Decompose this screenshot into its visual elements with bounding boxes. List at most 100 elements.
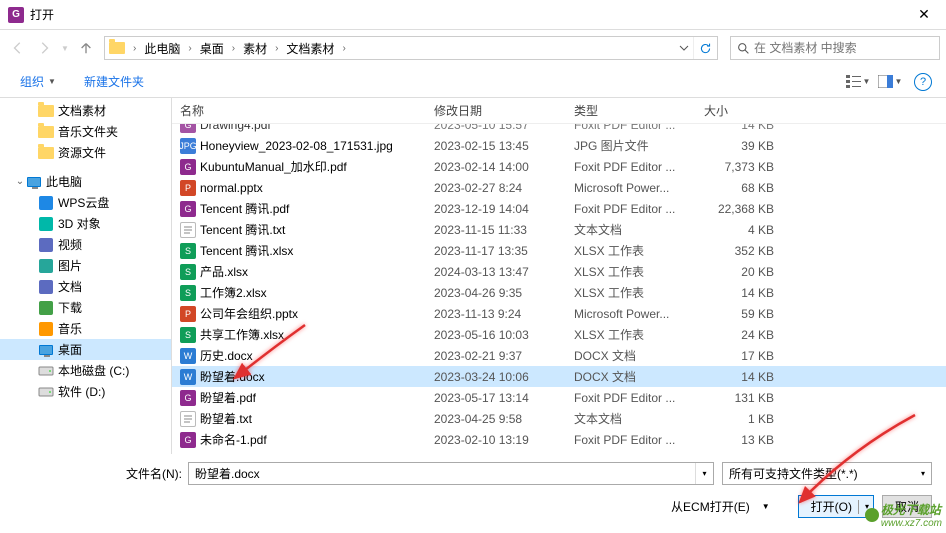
folder-icon [38, 124, 54, 140]
sidebar-item[interactable]: 图片 [0, 255, 171, 276]
chevron-right-icon[interactable]: › [184, 43, 195, 54]
video-icon [38, 237, 54, 253]
filename-dropdown[interactable]: ▾ [695, 463, 713, 484]
content-area: 名称 修改日期 类型 大小 GDrawing4.pdf2023-05-10 15… [172, 98, 946, 454]
file-row[interactable]: STencent 腾讯.xlsx2023-11-17 13:35XLSX 工作表… [172, 240, 946, 261]
file-list: GDrawing4.pdf2023-05-10 15:57Foxit PDF E… [172, 124, 946, 454]
column-date[interactable]: 修改日期 [426, 102, 566, 119]
file-row[interactable]: GDrawing4.pdf2023-05-10 15:57Foxit PDF E… [172, 124, 946, 135]
file-date: 2023-02-21 9:37 [426, 349, 566, 363]
back-button[interactable] [6, 36, 30, 60]
file-row[interactable]: G盼望着.pdf2023-05-17 13:14Foxit PDF Editor… [172, 387, 946, 408]
file-row[interactable]: W盼望着.docx2023-03-24 10:06DOCX 文档14 KB [172, 366, 946, 387]
filetype-filter[interactable]: 所有可支持文件类型(*.*)▾ [722, 462, 932, 485]
up-button[interactable] [74, 36, 98, 60]
search-box[interactable] [730, 36, 940, 60]
file-row[interactable]: W历史.docx2023-02-21 9:37DOCX 文档17 KB [172, 345, 946, 366]
preview-pane-button[interactable]: ▼ [876, 71, 904, 93]
chevron-right-icon[interactable]: › [129, 43, 140, 54]
file-row[interactable]: S共享工作簿.xlsx2023-05-16 10:03XLSX 工作表24 KB [172, 324, 946, 345]
ecm-open-dropdown[interactable]: ▼ [762, 502, 770, 511]
breadcrumb-item[interactable]: 桌面 [196, 40, 228, 57]
search-input[interactable] [754, 41, 933, 55]
file-size: 4 KB [696, 223, 786, 237]
file-name: 盼望着.pdf [200, 389, 256, 406]
file-row[interactable]: P公司年会组织.pptx2023-11-13 9:24Microsoft Pow… [172, 303, 946, 324]
main-area: 文档素材音乐文件夹资源文件 ⌄此电脑WPS云盘3D 对象视频图片文档下载音乐桌面本… [0, 98, 946, 454]
file-date: 2024-03-13 13:47 [426, 265, 566, 279]
file-row[interactable]: JPGHoneyview_2023-02-08_171531.jpg2023-0… [172, 135, 946, 156]
file-name: Drawing4.pdf [200, 124, 271, 132]
file-type: JPG 图片文件 [566, 137, 696, 154]
close-button[interactable]: ✕ [902, 0, 946, 30]
filename-input[interactable] [189, 463, 695, 484]
file-name: 盼望着.docx [200, 368, 265, 385]
chevron-right-icon[interactable]: › [338, 43, 349, 54]
help-button[interactable]: ? [914, 73, 932, 91]
sidebar-item[interactable]: 下载 [0, 297, 171, 318]
sidebar-item[interactable]: 软件 (D:) [0, 381, 171, 402]
sidebar-item[interactable]: 文档素材 [0, 100, 171, 121]
sidebar-item[interactable]: 3D 对象 [0, 213, 171, 234]
file-name: Tencent 腾讯.txt [200, 221, 285, 238]
sidebar-item[interactable]: 资源文件 [0, 142, 171, 163]
file-size: 7,373 KB [696, 160, 786, 174]
file-size: 22,368 KB [696, 202, 786, 216]
forward-button[interactable] [32, 36, 56, 60]
breadcrumb-item[interactable]: 素材 [239, 40, 271, 57]
file-row[interactable]: 盼望着.txt2023-04-25 9:58文本文档1 KB [172, 408, 946, 429]
expand-icon[interactable]: ⌄ [14, 176, 26, 187]
file-type: XLSX 工作表 [566, 263, 696, 280]
breadcrumb-item[interactable]: 此电脑 [140, 40, 184, 57]
computer-icon [26, 174, 42, 190]
open-button[interactable]: 打开(O)▾ [798, 495, 874, 518]
open-dropdown[interactable]: ▾ [865, 502, 869, 511]
file-type: Microsoft Power... [566, 307, 696, 321]
file-date: 2023-02-15 13:45 [426, 139, 566, 153]
pictures-icon [38, 258, 54, 274]
file-row[interactable]: S工作簿2.xlsx2023-04-26 9:35XLSX 工作表14 KB [172, 282, 946, 303]
file-size: 24 KB [696, 328, 786, 342]
refresh-button[interactable] [693, 37, 717, 59]
file-type: DOCX 文档 [566, 368, 696, 385]
view-options-button[interactable]: ▼ [844, 71, 872, 93]
sidebar-item[interactable]: 桌面 [0, 339, 171, 360]
file-type: XLSX 工作表 [566, 326, 696, 343]
breadcrumb[interactable]: › 此电脑 › 桌面 › 素材 › 文档素材 › [104, 36, 718, 60]
file-name: 历史.docx [200, 347, 253, 364]
sidebar-item[interactable]: 音乐文件夹 [0, 121, 171, 142]
cancel-button[interactable]: 取消 [882, 495, 932, 518]
recent-dropdown[interactable]: ▼ [58, 36, 72, 60]
filename-field[interactable]: ▾ [188, 462, 714, 485]
file-name: 工作簿2.xlsx [200, 284, 267, 301]
breadcrumb-dropdown[interactable] [675, 37, 693, 59]
file-row[interactable]: G未命名-1.pdf2023-02-10 13:19Foxit PDF Edit… [172, 429, 946, 450]
file-date: 2023-04-26 9:35 [426, 286, 566, 300]
column-size[interactable]: 大小 [696, 102, 786, 119]
file-name: KubuntuManual_加水印.pdf [200, 158, 347, 175]
sidebar-item[interactable]: WPS云盘 [0, 192, 171, 213]
sidebar-item[interactable]: 本地磁盘 (C:) [0, 360, 171, 381]
sidebar-item[interactable]: 音乐 [0, 318, 171, 339]
file-row[interactable]: Tencent 腾讯.txt2023-11-15 11:33文本文档4 KB [172, 219, 946, 240]
nav-bar: ▼ › 此电脑 › 桌面 › 素材 › 文档素材 › [0, 30, 946, 66]
breadcrumb-item[interactable]: 文档素材 [282, 40, 338, 57]
chevron-right-icon[interactable]: › [228, 43, 239, 54]
file-row[interactable]: S产品.xlsx2024-03-13 13:47XLSX 工作表20 KB [172, 261, 946, 282]
file-name: Tencent 腾讯.pdf [200, 200, 289, 217]
sidebar-this-pc[interactable]: ⌄此电脑 [0, 171, 171, 192]
sidebar-item[interactable]: 文档 [0, 276, 171, 297]
chevron-right-icon[interactable]: › [271, 43, 282, 54]
organize-menu[interactable]: 组织▼ [14, 71, 62, 92]
file-date: 2023-05-16 10:03 [426, 328, 566, 342]
column-type[interactable]: 类型 [566, 102, 696, 119]
file-size: 14 KB [696, 124, 786, 132]
file-row[interactable]: GTencent 腾讯.pdf2023-12-19 14:04Foxit PDF… [172, 198, 946, 219]
new-folder-button[interactable]: 新建文件夹 [78, 71, 150, 92]
file-row[interactable]: Pnormal.pptx2023-02-27 8:24Microsoft Pow… [172, 177, 946, 198]
column-name[interactable]: 名称 [172, 102, 426, 119]
file-row[interactable]: GKubuntuManual_加水印.pdf2023-02-14 14:00Fo… [172, 156, 946, 177]
file-size: 14 KB [696, 370, 786, 384]
file-date: 2023-05-17 13:14 [426, 391, 566, 405]
sidebar-item[interactable]: 视频 [0, 234, 171, 255]
